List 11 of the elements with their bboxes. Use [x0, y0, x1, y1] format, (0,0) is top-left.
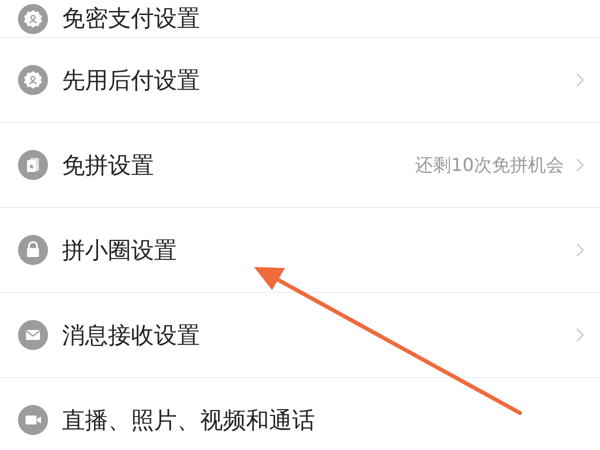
setting-label[interactable]: 先用后付设置	[62, 64, 576, 96]
video-camera-icon	[18, 405, 48, 435]
lock-icon	[18, 235, 48, 265]
envelope-icon	[18, 320, 48, 350]
setting-label[interactable]: 消息接收设置	[62, 320, 576, 350]
setting-label[interactable]: 直播、照片、视频和通话	[62, 404, 584, 436]
setting-label[interactable]: 拼小圈设置	[62, 234, 576, 266]
card-icon	[18, 150, 48, 180]
setting-label[interactable]: 免拼设置	[62, 150, 416, 180]
setting-label[interactable]: 免密支付设置	[62, 3, 584, 34]
setting-hint: 还剩10次免拼机会	[415, 154, 564, 177]
